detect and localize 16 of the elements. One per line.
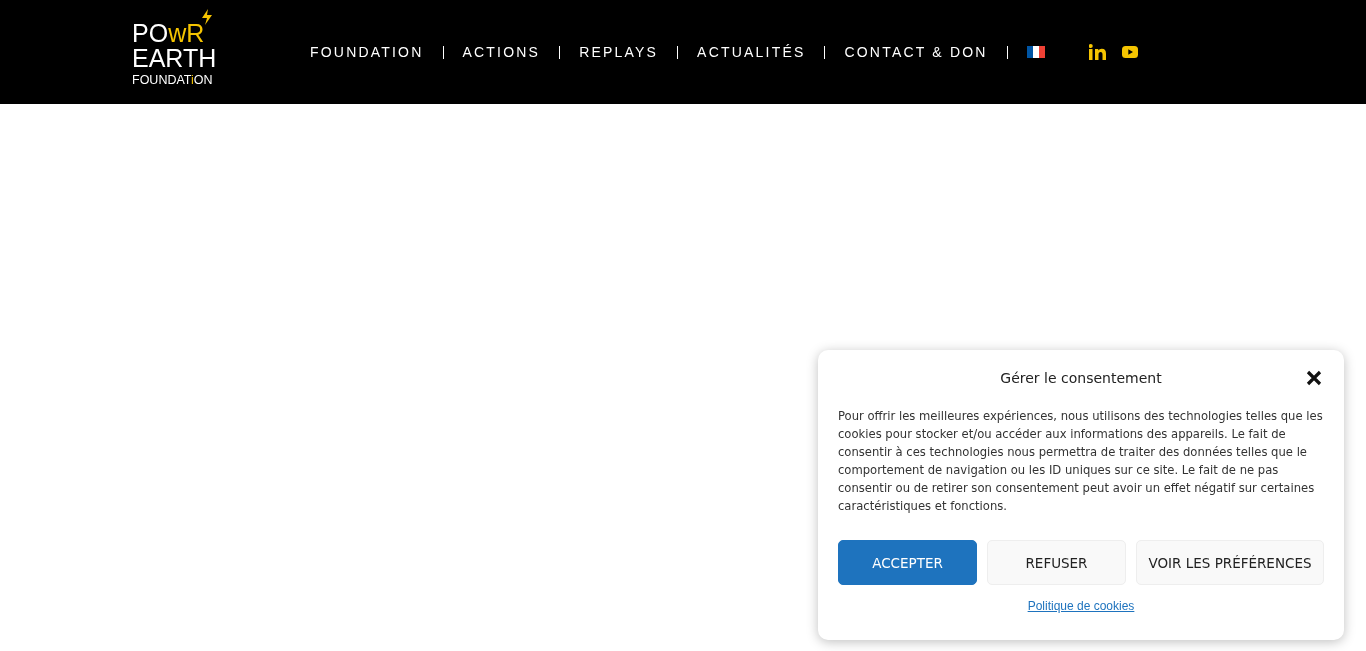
- close-icon[interactable]: [1306, 370, 1322, 386]
- nav-link[interactable]: ACTUALITÉS: [678, 44, 825, 60]
- consent-message: Pour offrir les meilleures expériences, nous utilisons des technologies telles que les cookies pour stocker et/ou accéder aux informations des appareils. Le fait de consentir à ces technologies nous permettra de traiter des données telles que le comportement de navigation ou les ID uniques sur ce site. Le fait de ne pas consentir ou de retirer son consentement peut avoir un effet négatif sur certaines caractéristiques et fonctions.: [838, 408, 1324, 515]
- flag-icon[interactable]: [1026, 46, 1045, 58]
- consent-button[interactable]: REFUSER: [987, 540, 1126, 585]
- youtube-icon[interactable]: [1121, 46, 1138, 58]
- nav-link[interactable]: REPLAYS: [560, 44, 678, 60]
- accept-button[interactable]: ACCEPTER: [838, 540, 977, 585]
- dialog-title: Gérer le consentement: [1000, 370, 1162, 386]
- consent-button[interactable]: VOIR LES PRÉFÉRENCES: [1136, 540, 1324, 585]
- nav-link[interactable]: CONTACT & DON: [825, 44, 1007, 60]
- linkedin-icon[interactable]: [1088, 44, 1106, 60]
- cookie-policy-link[interactable]: Politique de cookies: [1027, 599, 1135, 613]
- logo[interactable]: POwR EARTH FOUNDATiON: [132, 9, 232, 87]
- nav-link[interactable]: ACTIONS: [443, 44, 560, 60]
- nav-link[interactable]: FOUNDATION: [310, 44, 443, 60]
